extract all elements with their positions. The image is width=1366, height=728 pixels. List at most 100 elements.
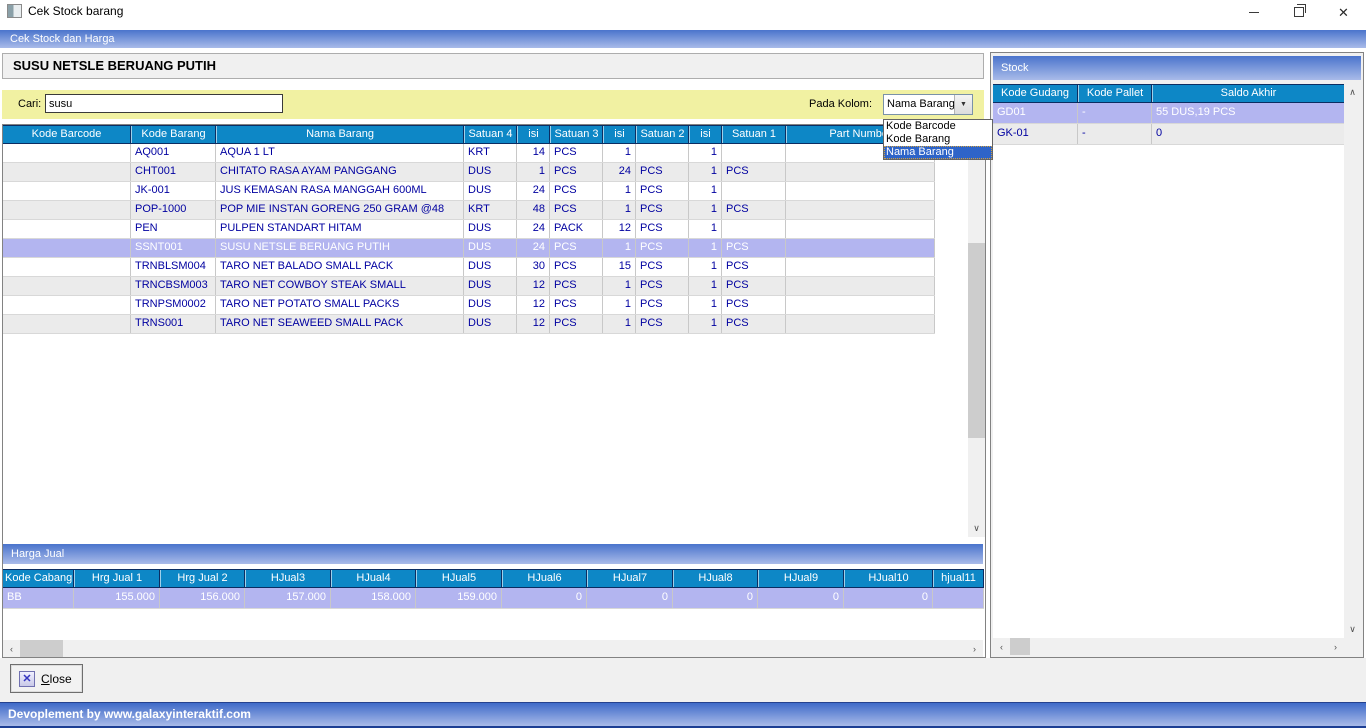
column-header[interactable]: HJual3 bbox=[245, 570, 331, 587]
app-header-bar: Cek Stock dan Harga bbox=[0, 30, 1366, 48]
cell: CHT001 bbox=[131, 163, 216, 181]
selected-item-panel: SUSU NETSLE BERUANG PUTIH bbox=[2, 53, 984, 79]
search-input[interactable] bbox=[45, 94, 283, 113]
column-header[interactable]: Saldo Akhir bbox=[1152, 85, 1345, 102]
table-row[interactable]: TRNPSM0002TARO NET POTATO SMALL PACKSDUS… bbox=[3, 296, 935, 315]
column-header[interactable]: Satuan 3 bbox=[550, 126, 603, 143]
scroll-down-icon[interactable]: ∨ bbox=[1344, 621, 1361, 638]
stock-horizontal-scrollbar[interactable]: ‹ › bbox=[993, 638, 1344, 655]
restore-button[interactable] bbox=[1276, 0, 1321, 24]
column-header[interactable]: Satuan 4 bbox=[464, 126, 517, 143]
cell: PCS bbox=[550, 258, 603, 276]
minimize-button[interactable] bbox=[1231, 0, 1276, 24]
column-header[interactable]: isi bbox=[689, 126, 722, 143]
cell: PCS bbox=[722, 239, 786, 257]
table-row[interactable]: GK-01-0 bbox=[993, 124, 1361, 145]
cell bbox=[3, 258, 131, 276]
vertical-scroll-thumb[interactable] bbox=[968, 243, 985, 438]
cell: PCS bbox=[722, 296, 786, 314]
chevron-down-icon[interactable]: ▼ bbox=[954, 95, 972, 114]
cell bbox=[786, 201, 935, 219]
column-header[interactable]: Hrg Jual 1 bbox=[74, 570, 160, 587]
column-header[interactable]: HJual7 bbox=[587, 570, 673, 587]
cell: KRT bbox=[464, 201, 517, 219]
app-header-title: Cek Stock dan Harga bbox=[0, 33, 115, 45]
horizontal-scroll-thumb[interactable] bbox=[1010, 638, 1030, 655]
column-header[interactable]: Kode Pallet bbox=[1078, 85, 1152, 102]
column-header[interactable]: Hrg Jual 2 bbox=[160, 570, 245, 587]
scroll-down-icon[interactable]: ∨ bbox=[968, 520, 985, 537]
items-horizontal-scrollbar[interactable]: ‹ › bbox=[3, 640, 983, 657]
scroll-right-icon[interactable]: › bbox=[966, 640, 983, 657]
cell: 1 bbox=[689, 144, 722, 162]
stock-header-bar: Stock bbox=[993, 56, 1361, 80]
cell: TARO NET BALADO SMALL PACK bbox=[216, 258, 464, 276]
table-row[interactable]: SSNT001SUSU NETSLE BERUANG PUTIHDUS24PCS… bbox=[3, 239, 935, 258]
stock-title: Stock bbox=[993, 62, 1029, 74]
dropdown-option[interactable]: Kode Barcode bbox=[884, 120, 992, 133]
column-header[interactable]: HJual10 bbox=[844, 570, 933, 587]
cell: 1 bbox=[603, 144, 636, 162]
cell: 1 bbox=[603, 277, 636, 295]
table-row[interactable]: TRNS001TARO NET SEAWEED SMALL PACKDUS12P… bbox=[3, 315, 935, 334]
cell: 24 bbox=[517, 220, 550, 238]
column-header[interactable]: Kode Gudang bbox=[993, 85, 1078, 102]
window-title: Cek Stock barang bbox=[28, 0, 123, 22]
table-row[interactable]: GD01-55 DUS,19 PCS bbox=[993, 103, 1361, 124]
horizontal-scroll-thumb[interactable] bbox=[20, 640, 63, 657]
column-header[interactable]: Kode Barang bbox=[131, 126, 216, 143]
stock-vertical-scrollbar[interactable]: ∧ ∨ bbox=[1344, 84, 1361, 638]
cell bbox=[3, 201, 131, 219]
cell bbox=[786, 296, 935, 314]
cell: 0 bbox=[502, 588, 587, 608]
status-text: Devoplement by www.galaxyinteraktif.com bbox=[0, 703, 1366, 725]
table-row[interactable]: AQ001AQUA 1 LTKRT14PCS11 bbox=[3, 144, 935, 163]
column-header[interactable]: HJual5 bbox=[416, 570, 502, 587]
column-header[interactable]: HJual6 bbox=[502, 570, 587, 587]
column-filter-combobox[interactable]: Nama Barang ▼ bbox=[883, 94, 973, 115]
cell: TRNCBSM003 bbox=[131, 277, 216, 295]
column-header[interactable]: Nama Barang bbox=[216, 126, 464, 143]
items-vertical-scrollbar[interactable]: ∧ ∨ bbox=[968, 125, 985, 537]
scrollbar-corner bbox=[1344, 638, 1361, 655]
column-header[interactable]: HJual8 bbox=[673, 570, 758, 587]
table-row[interactable]: PENPULPEN STANDART HITAMDUS24PACK12PCS1 bbox=[3, 220, 935, 239]
column-header[interactable]: Satuan 2 bbox=[636, 126, 689, 143]
dropdown-option[interactable]: Kode Barang bbox=[884, 133, 992, 146]
cell: DUS bbox=[464, 258, 517, 276]
column-header[interactable]: hjual11 bbox=[933, 570, 984, 587]
close-window-button[interactable]: ✕ bbox=[1321, 0, 1366, 24]
table-row[interactable]: JK-001JUS KEMASAN RASA MANGGAH 600MLDUS2… bbox=[3, 182, 935, 201]
column-header[interactable]: Satuan 1 bbox=[722, 126, 786, 143]
items-table-body: AQ001AQUA 1 LTKRT14PCS11CHT001CHITATO RA… bbox=[3, 144, 935, 334]
scroll-left-icon[interactable]: ‹ bbox=[3, 640, 20, 657]
close-icon: ✕ bbox=[1338, 6, 1349, 19]
column-header[interactable]: HJual4 bbox=[331, 570, 416, 587]
column-header[interactable]: isi bbox=[517, 126, 550, 143]
column-header[interactable]: HJual9 bbox=[758, 570, 844, 587]
cell: - bbox=[1078, 103, 1152, 123]
close-button[interactable]: ✕ Close bbox=[10, 664, 83, 693]
table-row[interactable]: TRNCBSM003TARO NET COWBOY STEAK SMALLDUS… bbox=[3, 277, 935, 296]
column-header[interactable]: Kode Cabang bbox=[3, 570, 74, 587]
dropdown-option[interactable]: Nama Barang bbox=[884, 146, 992, 159]
cell: DUS bbox=[464, 220, 517, 238]
column-header[interactable]: Kode Barcode bbox=[3, 126, 131, 143]
cell: PCS bbox=[636, 163, 689, 181]
cell: 1 bbox=[603, 201, 636, 219]
cell: PCS bbox=[722, 277, 786, 295]
cell: TARO NET COWBOY STEAK SMALL bbox=[216, 277, 464, 295]
cell: 24 bbox=[517, 239, 550, 257]
harga-jual-header-bar: Harga Jual bbox=[3, 544, 983, 564]
table-row[interactable]: BB155.000156.000157.000158.000159.000000… bbox=[3, 588, 984, 609]
table-row[interactable]: POP-1000POP MIE INSTAN GORENG 250 GRAM @… bbox=[3, 201, 935, 220]
table-row[interactable]: TRNBLSM004TARO NET BALADO SMALL PACKDUS3… bbox=[3, 258, 935, 277]
column-header[interactable]: isi bbox=[603, 126, 636, 143]
cell: PCS bbox=[550, 239, 603, 257]
cell bbox=[786, 315, 935, 333]
scroll-right-icon[interactable]: › bbox=[1327, 638, 1344, 655]
scroll-left-icon[interactable]: ‹ bbox=[993, 638, 1010, 655]
selected-item-title: SUSU NETSLE BERUANG PUTIH bbox=[3, 58, 216, 73]
scroll-up-icon[interactable]: ∧ bbox=[1344, 84, 1361, 101]
table-row[interactable]: CHT001CHITATO RASA AYAM PANGGANGDUS1PCS2… bbox=[3, 163, 935, 182]
